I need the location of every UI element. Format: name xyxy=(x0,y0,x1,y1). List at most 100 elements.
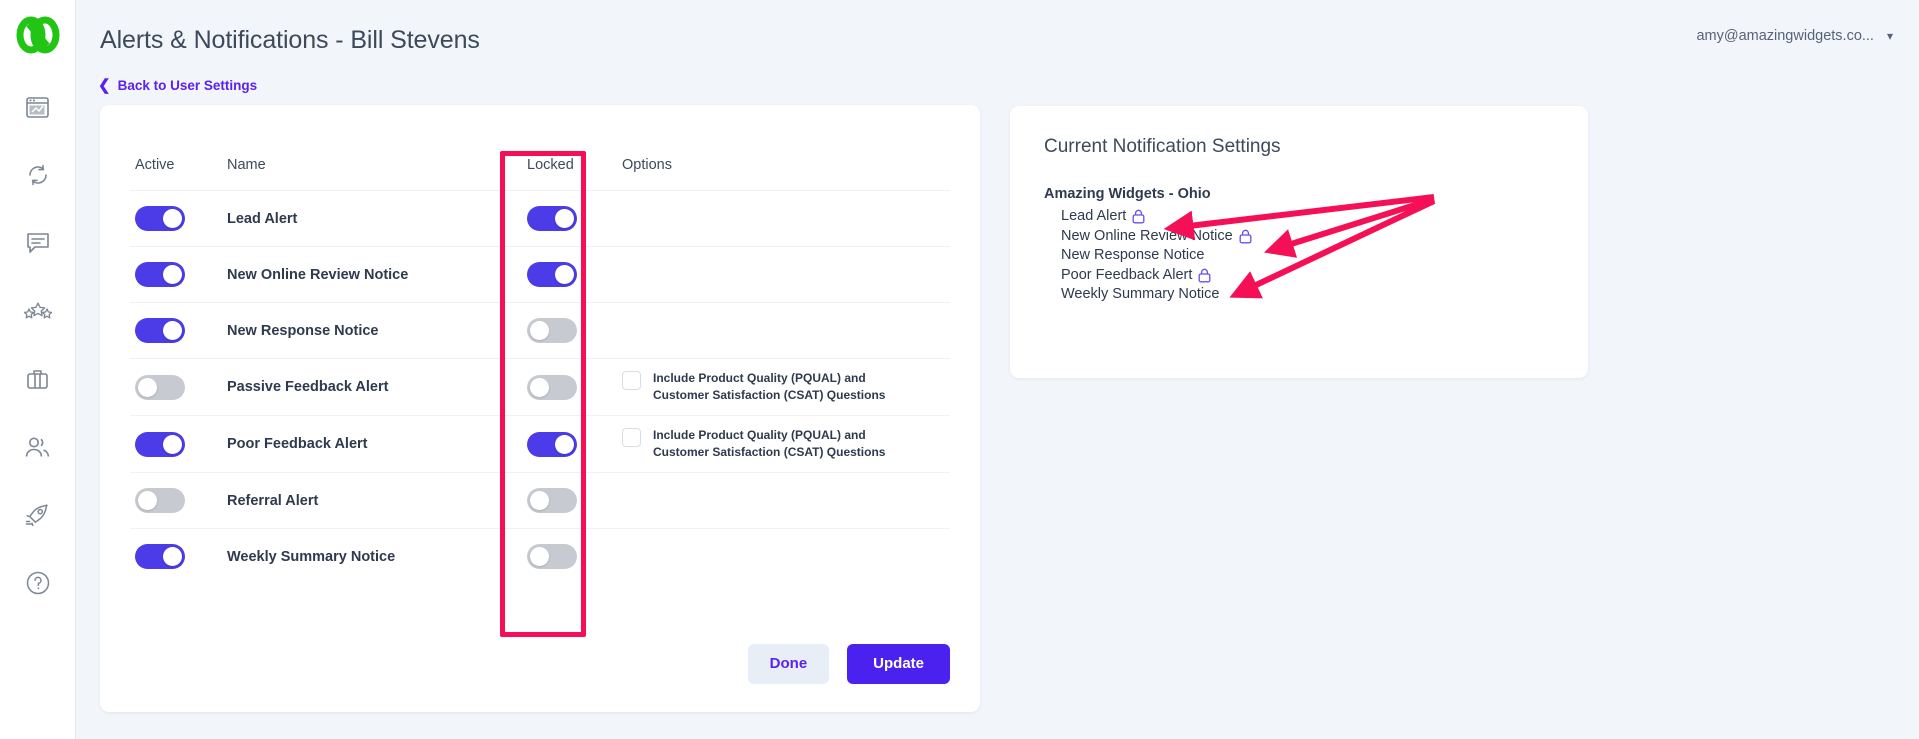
back-link-label: Back to User Settings xyxy=(117,78,258,93)
dashboard-icon xyxy=(26,96,49,118)
pqual-csat-checkbox-poor-feedback-alert[interactable] xyxy=(622,427,641,447)
toggle-knob xyxy=(530,321,549,340)
message-icon xyxy=(26,232,50,254)
column-header-active: Active xyxy=(135,157,175,173)
notification-label: Lead Alert xyxy=(1061,208,1127,224)
column-header-options: Options xyxy=(622,157,672,173)
notification-label: Poor Feedback Alert xyxy=(1061,266,1193,283)
option-row: Include Product Quality (PQUAL) and Cust… xyxy=(622,424,950,464)
notification-label: New Response Notice xyxy=(1061,247,1205,263)
toggle-knob xyxy=(555,265,574,284)
toggle-knob xyxy=(163,209,182,228)
lock-icon xyxy=(1132,209,1145,224)
sidebar-item-dashboard[interactable] xyxy=(17,86,59,128)
sidebar-item-reviews[interactable] xyxy=(17,290,59,332)
notification-label: New Online Review Notice xyxy=(1061,227,1233,244)
active-toggle-passive-feedback-alert[interactable] xyxy=(135,374,185,400)
locked-toggle-poor-feedback-alert[interactable] xyxy=(527,431,577,457)
locked-toggle-lead-alert[interactable] xyxy=(527,206,577,231)
alert-name: Lead Alert xyxy=(227,210,298,227)
update-button[interactable]: Update xyxy=(847,644,950,684)
active-toggle-lead-alert[interactable] xyxy=(135,206,185,231)
location-name: Amazing Widgets - Ohio xyxy=(1044,186,1211,202)
back-to-user-settings-link[interactable]: ❮ Back to User Settings xyxy=(98,78,257,93)
sidebar-item-messages[interactable] xyxy=(17,222,59,264)
table-row: Lead Alert xyxy=(130,190,950,246)
user-email-label: amy@amazingwidgets.co... xyxy=(1696,28,1874,44)
card-action-buttons: Done Update xyxy=(747,644,950,684)
active-toggle-new-online-review-notice[interactable] xyxy=(135,262,185,287)
table-row: Poor Feedback Alert Include Product Qual… xyxy=(130,415,950,472)
lock-icon xyxy=(1198,268,1211,283)
alerts-settings-card: Active Name Locked Options Lead Alert Ne… xyxy=(100,105,980,712)
toggle-knob xyxy=(555,209,574,228)
help-icon xyxy=(26,571,50,595)
sidebar-item-users[interactable] xyxy=(17,426,59,468)
active-toggle-poor-feedback-alert[interactable] xyxy=(135,431,185,457)
sidebar-item-sync[interactable] xyxy=(17,154,59,196)
toggle-knob xyxy=(530,491,549,510)
alert-name: New Online Review Notice xyxy=(227,266,409,283)
alert-options: Include Product Quality (PQUAL) and Cust… xyxy=(622,367,950,407)
app-sidebar xyxy=(0,0,76,739)
active-toggle-weekly-summary-notice[interactable] xyxy=(135,544,185,569)
briefcase-icon xyxy=(26,368,49,390)
list-item: Lead Alert xyxy=(1061,207,1554,227)
sidebar-item-business[interactable] xyxy=(17,358,59,400)
column-header-locked: Locked xyxy=(527,157,574,173)
notification-list: Lead Alert New Online Review Notice New … xyxy=(1044,207,1554,305)
stars-icon xyxy=(23,301,52,321)
table-row: Weekly Summary Notice xyxy=(130,528,950,584)
lock-icon xyxy=(1239,229,1252,244)
locked-toggle-referral-alert[interactable] xyxy=(527,488,577,513)
alerts-table: Active Name Locked Options Lead Alert Ne… xyxy=(130,140,950,584)
toggle-knob xyxy=(555,434,574,454)
active-toggle-referral-alert[interactable] xyxy=(135,488,185,513)
user-account-menu[interactable]: amy@amazingwidgets.co... ▾ xyxy=(1696,28,1893,44)
option-label: Include Product Quality (PQUAL) and Cust… xyxy=(653,427,886,459)
alert-name: Passive Feedback Alert xyxy=(227,379,389,395)
locked-toggle-passive-feedback-alert[interactable] xyxy=(527,374,577,400)
toggle-knob xyxy=(138,377,157,397)
toggle-knob xyxy=(163,434,182,454)
page-title: Alerts & Notifications - Bill Stevens xyxy=(100,26,480,54)
app-logo[interactable] xyxy=(12,12,64,58)
toggle-knob xyxy=(530,547,549,566)
done-button[interactable]: Done xyxy=(747,644,830,684)
toggle-knob xyxy=(163,547,182,566)
table-row: Referral Alert xyxy=(130,472,950,528)
locked-toggle-new-response-notice[interactable] xyxy=(527,318,577,343)
table-header-row: Active Name Locked Options xyxy=(130,140,950,190)
list-item: New Response Notice xyxy=(1061,246,1554,266)
users-icon xyxy=(25,436,50,458)
column-header-name: Name xyxy=(227,157,266,173)
sidebar-item-campaigns[interactable] xyxy=(17,494,59,536)
toggle-knob xyxy=(163,321,182,340)
alert-name: Poor Feedback Alert xyxy=(227,436,368,452)
list-item: New Online Review Notice xyxy=(1061,227,1554,247)
locked-toggle-new-online-review-notice[interactable] xyxy=(527,262,577,287)
active-toggle-new-response-notice[interactable] xyxy=(135,318,185,343)
toggle-knob xyxy=(163,265,182,284)
table-row: New Online Review Notice xyxy=(130,246,950,302)
notification-label: Weekly Summary Notice xyxy=(1061,286,1220,302)
chevron-down-icon: ▾ xyxy=(1886,29,1893,43)
option-row: Include Product Quality (PQUAL) and Cust… xyxy=(622,367,950,407)
sidebar-item-help[interactable] xyxy=(17,562,59,604)
locked-toggle-weekly-summary-notice[interactable] xyxy=(527,544,577,569)
option-label: Include Product Quality (PQUAL) and Cust… xyxy=(653,370,886,402)
rocket-icon xyxy=(25,504,50,526)
location-group: Amazing Widgets - Ohio Lead Alert New On… xyxy=(1044,186,1554,305)
list-item: Poor Feedback Alert xyxy=(1061,266,1554,286)
chevron-left-icon: ❮ xyxy=(98,77,111,94)
refresh-icon xyxy=(26,164,50,186)
toggle-knob xyxy=(138,491,157,510)
alert-name: New Response Notice xyxy=(227,322,379,339)
table-row: Passive Feedback Alert Include Product Q… xyxy=(130,358,950,415)
alert-name: Referral Alert xyxy=(227,492,319,509)
list-item: Weekly Summary Notice xyxy=(1061,285,1554,305)
pqual-csat-checkbox-passive-feedback-alert[interactable] xyxy=(622,370,641,390)
alert-name: Weekly Summary Notice xyxy=(227,548,396,565)
alert-options: Include Product Quality (PQUAL) and Cust… xyxy=(622,424,950,464)
toggle-knob xyxy=(530,377,549,397)
